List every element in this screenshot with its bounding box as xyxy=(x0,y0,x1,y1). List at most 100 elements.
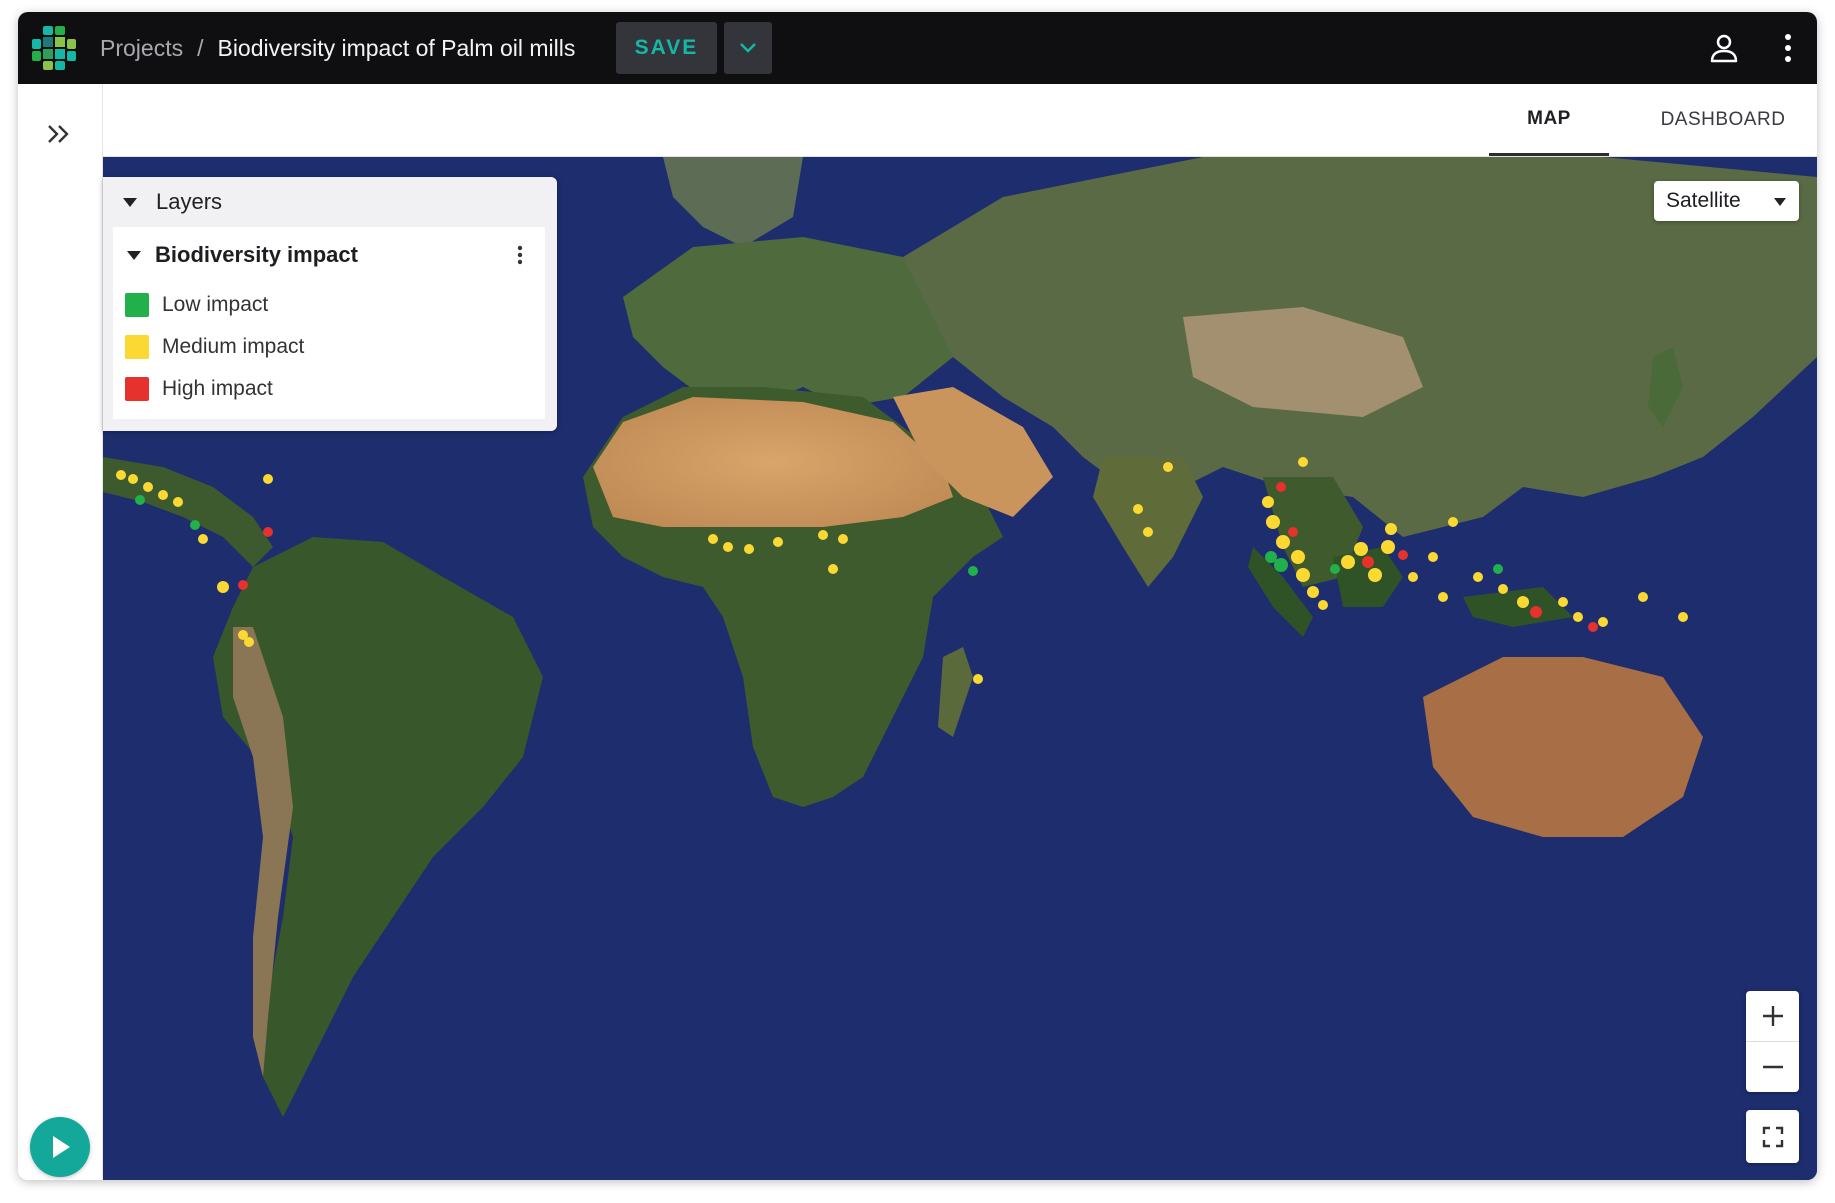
mill-point-medium xyxy=(1296,568,1310,582)
mill-point-medium xyxy=(1573,612,1583,622)
sidebar xyxy=(18,84,103,1180)
fullscreen-button[interactable] xyxy=(1746,1110,1799,1163)
mill-point-low xyxy=(135,495,145,505)
mill-point-low xyxy=(968,566,978,576)
zoom-out-button[interactable] xyxy=(1746,1042,1799,1092)
play-button[interactable] xyxy=(30,1117,90,1177)
mill-point-medium xyxy=(1354,542,1368,556)
more-vertical-icon[interactable] xyxy=(517,245,523,265)
mill-point-medium xyxy=(828,564,838,574)
mill-point-medium xyxy=(838,534,848,544)
minus-icon xyxy=(1762,1065,1783,1069)
mill-point-medium xyxy=(1638,592,1648,602)
breadcrumb-separator: / xyxy=(197,34,204,61)
legend-label: Medium impact xyxy=(162,335,305,358)
mill-point-medium xyxy=(1678,612,1688,622)
mill-point-medium xyxy=(116,470,126,480)
zoom-controls xyxy=(1746,991,1799,1092)
save-button[interactable]: SAVE xyxy=(616,22,717,74)
mill-point-medium xyxy=(128,474,138,484)
mill-point-medium xyxy=(1163,462,1173,472)
mill-point-high xyxy=(1398,550,1408,560)
mill-point-medium xyxy=(1598,617,1608,627)
app-window: Projects / Biodiversity impact of Palm o… xyxy=(18,12,1817,1180)
layer-name: Biodiversity impact xyxy=(155,242,358,267)
mill-point-medium xyxy=(1262,496,1274,508)
layer-card-biodiversity: Biodiversity impact Low impact Medium im… xyxy=(113,227,545,419)
mill-point-high xyxy=(1588,622,1598,632)
double-chevron-right-icon[interactable] xyxy=(44,122,74,146)
mill-point-medium xyxy=(1517,596,1529,608)
mill-point-low xyxy=(1330,564,1340,574)
mill-point-medium xyxy=(708,534,718,544)
mill-point-medium xyxy=(1368,568,1382,582)
mill-point-low xyxy=(1274,558,1288,572)
mill-point-medium xyxy=(1428,552,1438,562)
mill-point-medium xyxy=(1473,572,1483,582)
mill-point-medium xyxy=(973,674,983,684)
legend-item-medium: Medium impact xyxy=(125,332,304,362)
mill-point-medium xyxy=(1307,586,1319,598)
mill-point-medium xyxy=(143,482,153,492)
mill-point-medium xyxy=(1291,550,1305,564)
mill-point-medium xyxy=(217,581,229,593)
mill-point-high xyxy=(1276,482,1286,492)
layers-panel-header[interactable]: Layers xyxy=(103,177,557,227)
chevron-down-icon xyxy=(740,43,756,53)
caret-down-icon xyxy=(1774,198,1786,206)
legend-label: Low impact xyxy=(162,293,269,316)
mill-point-medium xyxy=(1385,523,1397,535)
zoom-in-button[interactable] xyxy=(1746,991,1799,1042)
mill-point-medium xyxy=(818,530,828,540)
mill-point-medium xyxy=(1276,535,1290,549)
mill-point-medium xyxy=(1298,457,1308,467)
caret-down-icon xyxy=(127,250,141,260)
mill-point-medium xyxy=(1448,517,1458,527)
mill-point-medium xyxy=(1143,527,1153,537)
mill-point-high xyxy=(1362,556,1374,568)
plus-icon xyxy=(1762,1006,1783,1026)
caret-down-icon xyxy=(123,197,137,207)
view-tabs: MAP DASHBOARD xyxy=(103,84,1817,157)
mill-point-medium xyxy=(263,474,273,484)
project-title: Biodiversity impact of Palm oil mills xyxy=(217,34,576,61)
mill-point-low xyxy=(1493,564,1503,574)
legend-item-high: High impact xyxy=(125,374,273,404)
breadcrumb: Projects / Biodiversity impact of Palm o… xyxy=(100,12,575,84)
mill-point-high xyxy=(238,580,248,590)
fullscreen-icon xyxy=(1762,1126,1783,1147)
legend-swatch-high xyxy=(125,377,149,401)
app-logo-icon[interactable] xyxy=(30,24,78,72)
play-icon xyxy=(53,1136,70,1158)
mill-point-low xyxy=(190,520,200,530)
layers-panel: Layers Biodiversity impact Low impact Me… xyxy=(103,177,557,431)
basemap-select[interactable]: Satellite xyxy=(1654,181,1799,221)
mill-point-medium xyxy=(158,490,168,500)
tab-map[interactable]: MAP xyxy=(1489,84,1609,156)
legend-item-low: Low impact xyxy=(125,290,268,320)
mill-point-high xyxy=(1288,527,1298,537)
mill-point-medium xyxy=(244,637,254,647)
mill-point-medium xyxy=(1341,555,1355,569)
mill-point-medium xyxy=(1558,597,1568,607)
layer-header-biodiversity[interactable]: Biodiversity impact xyxy=(113,227,545,283)
basemap-selected-label: Satellite xyxy=(1666,189,1741,212)
legend-swatch-low xyxy=(125,293,149,317)
mill-point-high xyxy=(263,527,273,537)
top-bar: Projects / Biodiversity impact of Palm o… xyxy=(18,12,1817,84)
save-options-button[interactable] xyxy=(724,22,772,74)
mill-point-medium xyxy=(1318,600,1328,610)
mill-point-medium xyxy=(773,537,783,547)
mill-point-medium xyxy=(198,534,208,544)
breadcrumb-projects-link[interactable]: Projects xyxy=(100,35,183,62)
tab-dashboard[interactable]: DASHBOARD xyxy=(1633,84,1813,156)
mill-point-high xyxy=(1530,606,1542,618)
mill-point-medium xyxy=(1381,540,1395,554)
user-icon[interactable] xyxy=(1708,32,1740,64)
mill-point-medium xyxy=(1498,584,1508,594)
mill-point-medium xyxy=(744,544,754,554)
more-vertical-icon[interactable] xyxy=(1780,32,1796,64)
mill-point-medium xyxy=(173,497,183,507)
mill-point-medium xyxy=(1266,515,1280,529)
layers-title: Layers xyxy=(156,189,223,214)
